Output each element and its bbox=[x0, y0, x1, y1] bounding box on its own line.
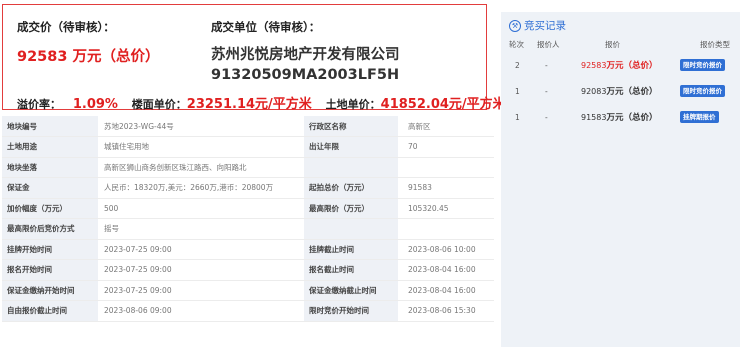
detail-label: 出让年限 bbox=[304, 136, 398, 158]
detail-value: 高新区狮山商务创新区珠江路西、向阳路北 bbox=[98, 157, 304, 178]
detail-value: 2023-08-04 16:00 bbox=[398, 280, 494, 301]
detail-value: 70 bbox=[398, 136, 494, 158]
bid-record-title-text: 竞买记录 bbox=[524, 20, 566, 32]
detail-value: 2023-07-25 09:00 bbox=[98, 239, 304, 260]
detail-value: 高新区 bbox=[398, 116, 494, 137]
detail-row: 保证金缴纳开始时间 2023-07-25 09:00 保证金缴纳截止时间 2023-0… bbox=[2, 280, 494, 301]
detail-value: 2023-07-25 09:00 bbox=[98, 259, 304, 281]
bid-record-row: 1 - 92083万元（总价） 限时竞价报价 bbox=[501, 78, 740, 104]
bid-record-row: 1 - 91583万元（总价） 挂牌期报价 bbox=[501, 104, 740, 130]
detail-label: 自由报价截止时间 bbox=[2, 300, 98, 322]
floor-price-label: 楼面单价： bbox=[131, 98, 187, 111]
detail-label: 保证金缴纳开始时间 bbox=[2, 280, 98, 301]
detail-label: 最高限价后竞价方式 bbox=[2, 218, 98, 240]
deal-price-value: 92583 万元（总价） bbox=[17, 49, 160, 65]
detail-label: 保证金缴纳截止时间 bbox=[304, 280, 398, 301]
rate-line: 溢价率： 1.09% 楼面单价：23251.14元/平方米 土地单价：41852… bbox=[17, 93, 506, 112]
company-name: 苏州兆悦房地产开发有限公司 bbox=[211, 47, 400, 63]
detail-label bbox=[304, 218, 398, 240]
detail-label: 挂牌开始时间 bbox=[2, 239, 98, 260]
detail-label: 加价幅度（万元） bbox=[2, 198, 98, 219]
bid-bidder: - bbox=[545, 86, 548, 96]
bid-type: 限时竞价报价 bbox=[676, 52, 740, 78]
bid-amount-unit: 万元（总价） bbox=[606, 113, 658, 123]
bid-amount-value: 92583 bbox=[581, 61, 607, 70]
bid-record-header-row: 轮次 报价人 报价 报价类型 bbox=[501, 36, 740, 52]
bid-amount-unit: 万元（总价） bbox=[606, 61, 658, 71]
detail-label: 限时竞价开始时间 bbox=[304, 300, 398, 322]
detail-value: 2023-08-06 09:00 bbox=[98, 300, 304, 322]
detail-row: 自由报价截止时间 2023-08-06 09:00 限时竞价开始时间 2023-08-… bbox=[2, 300, 494, 322]
bid-round: 1 bbox=[515, 86, 520, 96]
bid-type: 限时竞价报价 bbox=[676, 78, 740, 104]
floor-price-value: 23251.14元/平方米 bbox=[186, 97, 312, 112]
bid-amount-value: 91583 bbox=[581, 113, 607, 122]
land-detail-table: 地块编号 苏地2023-WG-44号 行政区名称 高新区 土地用途 城镇住宅用地 出让年限 7… bbox=[2, 116, 494, 322]
detail-row: 加价幅度（万元） 500 最高限价（万元） 105320.45 bbox=[2, 198, 494, 219]
detail-value bbox=[398, 218, 494, 240]
detail-row: 土地用途 城镇住宅用地 出让年限 70 bbox=[2, 136, 494, 158]
bid-round: 1 bbox=[515, 112, 520, 122]
detail-label bbox=[304, 157, 398, 178]
premium-label: 溢价率： bbox=[17, 98, 61, 111]
bid-record-row: 2 - 92583万元（总价） 限时竞价报价 bbox=[501, 52, 740, 78]
detail-value: 105320.45 bbox=[398, 198, 494, 219]
detail-label: 保证金 bbox=[2, 177, 98, 199]
bid-record-title: ⚒ 竞买记录 bbox=[509, 18, 566, 33]
bid-record-table: 轮次 报价人 报价 报价类型 2-92583万元（总价） 限时竞价报价 1-9208… bbox=[501, 36, 740, 130]
bid-type: 挂牌期报价 bbox=[676, 104, 740, 130]
detail-label: 挂牌截止时间 bbox=[304, 239, 398, 260]
bid-amount: 91583万元（总价） bbox=[581, 104, 676, 130]
hammer-icon: ⚒ bbox=[509, 19, 521, 32]
bid-type-badge: 限时竞价报价 bbox=[680, 85, 725, 97]
detail-value: 摇号 bbox=[98, 218, 304, 240]
land-price-value: 41852.04元/平方米 bbox=[380, 97, 506, 112]
detail-row: 挂牌开始时间 2023-07-25 09:00 挂牌截止时间 2023-08-06 1… bbox=[2, 239, 494, 260]
bid-type-badge: 挂牌期报价 bbox=[680, 111, 719, 123]
bid-amount-value: 92083 bbox=[581, 87, 607, 96]
company-code: 91320509MA2003LF5H bbox=[211, 67, 400, 83]
detail-value: 人民币：18320万,美元：2660万,港币：20800万 bbox=[98, 177, 304, 199]
bid-record-panel: ⚒ 竞买记录 轮次 报价人 报价 报价类型 2-92583万元（总价） 限时竞价报… bbox=[501, 12, 740, 347]
detail-value: 苏地2023-WG-44号 bbox=[98, 116, 304, 137]
detail-label: 行政区名称 bbox=[304, 116, 398, 137]
detail-label: 地块编号 bbox=[2, 116, 98, 137]
bid-bidder: - bbox=[545, 60, 548, 70]
detail-row: 地块坐落 高新区狮山商务创新区珠江路西、向阳路北 bbox=[2, 157, 494, 178]
header-type: 报价类型 bbox=[700, 39, 730, 49]
deal-company-label: 成交单位（待审核）： bbox=[211, 20, 321, 34]
detail-row: 最高限价后竞价方式 摇号 bbox=[2, 218, 494, 240]
detail-row: 报名开始时间 2023-07-25 09:00 报名截止时间 2023-08-04 1… bbox=[2, 259, 494, 281]
deal-company: 苏州兆悦房地产开发有限公司 91320509MA2003LF5H bbox=[211, 45, 400, 85]
header-bidder: 报价人 bbox=[537, 39, 560, 49]
deal-price-label: 成交价（待审核）： bbox=[17, 20, 115, 34]
detail-value: 500 bbox=[98, 198, 304, 219]
detail-label: 最高限价（万元） bbox=[304, 198, 398, 219]
detail-value: 2023-08-04 16:00 bbox=[398, 259, 494, 281]
bid-amount: 92583万元（总价） bbox=[581, 52, 676, 78]
bid-amount: 92083万元（总价） bbox=[581, 78, 676, 104]
deal-summary-box: 成交价（待审核）： 成交单位（待审核）： 92583 万元（总价） 苏州兆悦房地… bbox=[2, 4, 506, 112]
bid-round: 2 bbox=[515, 60, 520, 70]
detail-label: 起拍总价（万元） bbox=[304, 177, 398, 199]
detail-value: 城镇住宅用地 bbox=[98, 136, 304, 158]
detail-label: 报名开始时间 bbox=[2, 259, 98, 281]
detail-value: 2023-08-06 15:30 bbox=[398, 300, 494, 322]
detail-value: 91583 bbox=[398, 177, 494, 199]
bid-type-badge: 限时竞价报价 bbox=[680, 59, 725, 71]
detail-value bbox=[398, 157, 494, 178]
header-round: 轮次 bbox=[509, 39, 524, 49]
detail-value: 2023-08-06 10:00 bbox=[398, 239, 494, 260]
detail-label: 报名截止时间 bbox=[304, 259, 398, 281]
premium-value: 1.09% bbox=[72, 97, 118, 112]
bid-amount-unit: 万元（总价） bbox=[606, 87, 658, 97]
detail-row: 地块编号 苏地2023-WG-44号 行政区名称 高新区 bbox=[2, 116, 494, 137]
detail-label: 土地用途 bbox=[2, 136, 98, 158]
bid-bidder: - bbox=[545, 112, 548, 122]
detail-value: 2023-07-25 09:00 bbox=[98, 280, 304, 301]
land-price-label: 土地单价： bbox=[325, 98, 381, 111]
detail-row: 保证金 人民币：18320万,美元：2660万,港币：20800万 起拍总价（万元）… bbox=[2, 177, 494, 199]
header-amount: 报价 bbox=[605, 39, 620, 49]
detail-label: 地块坐落 bbox=[2, 157, 98, 178]
